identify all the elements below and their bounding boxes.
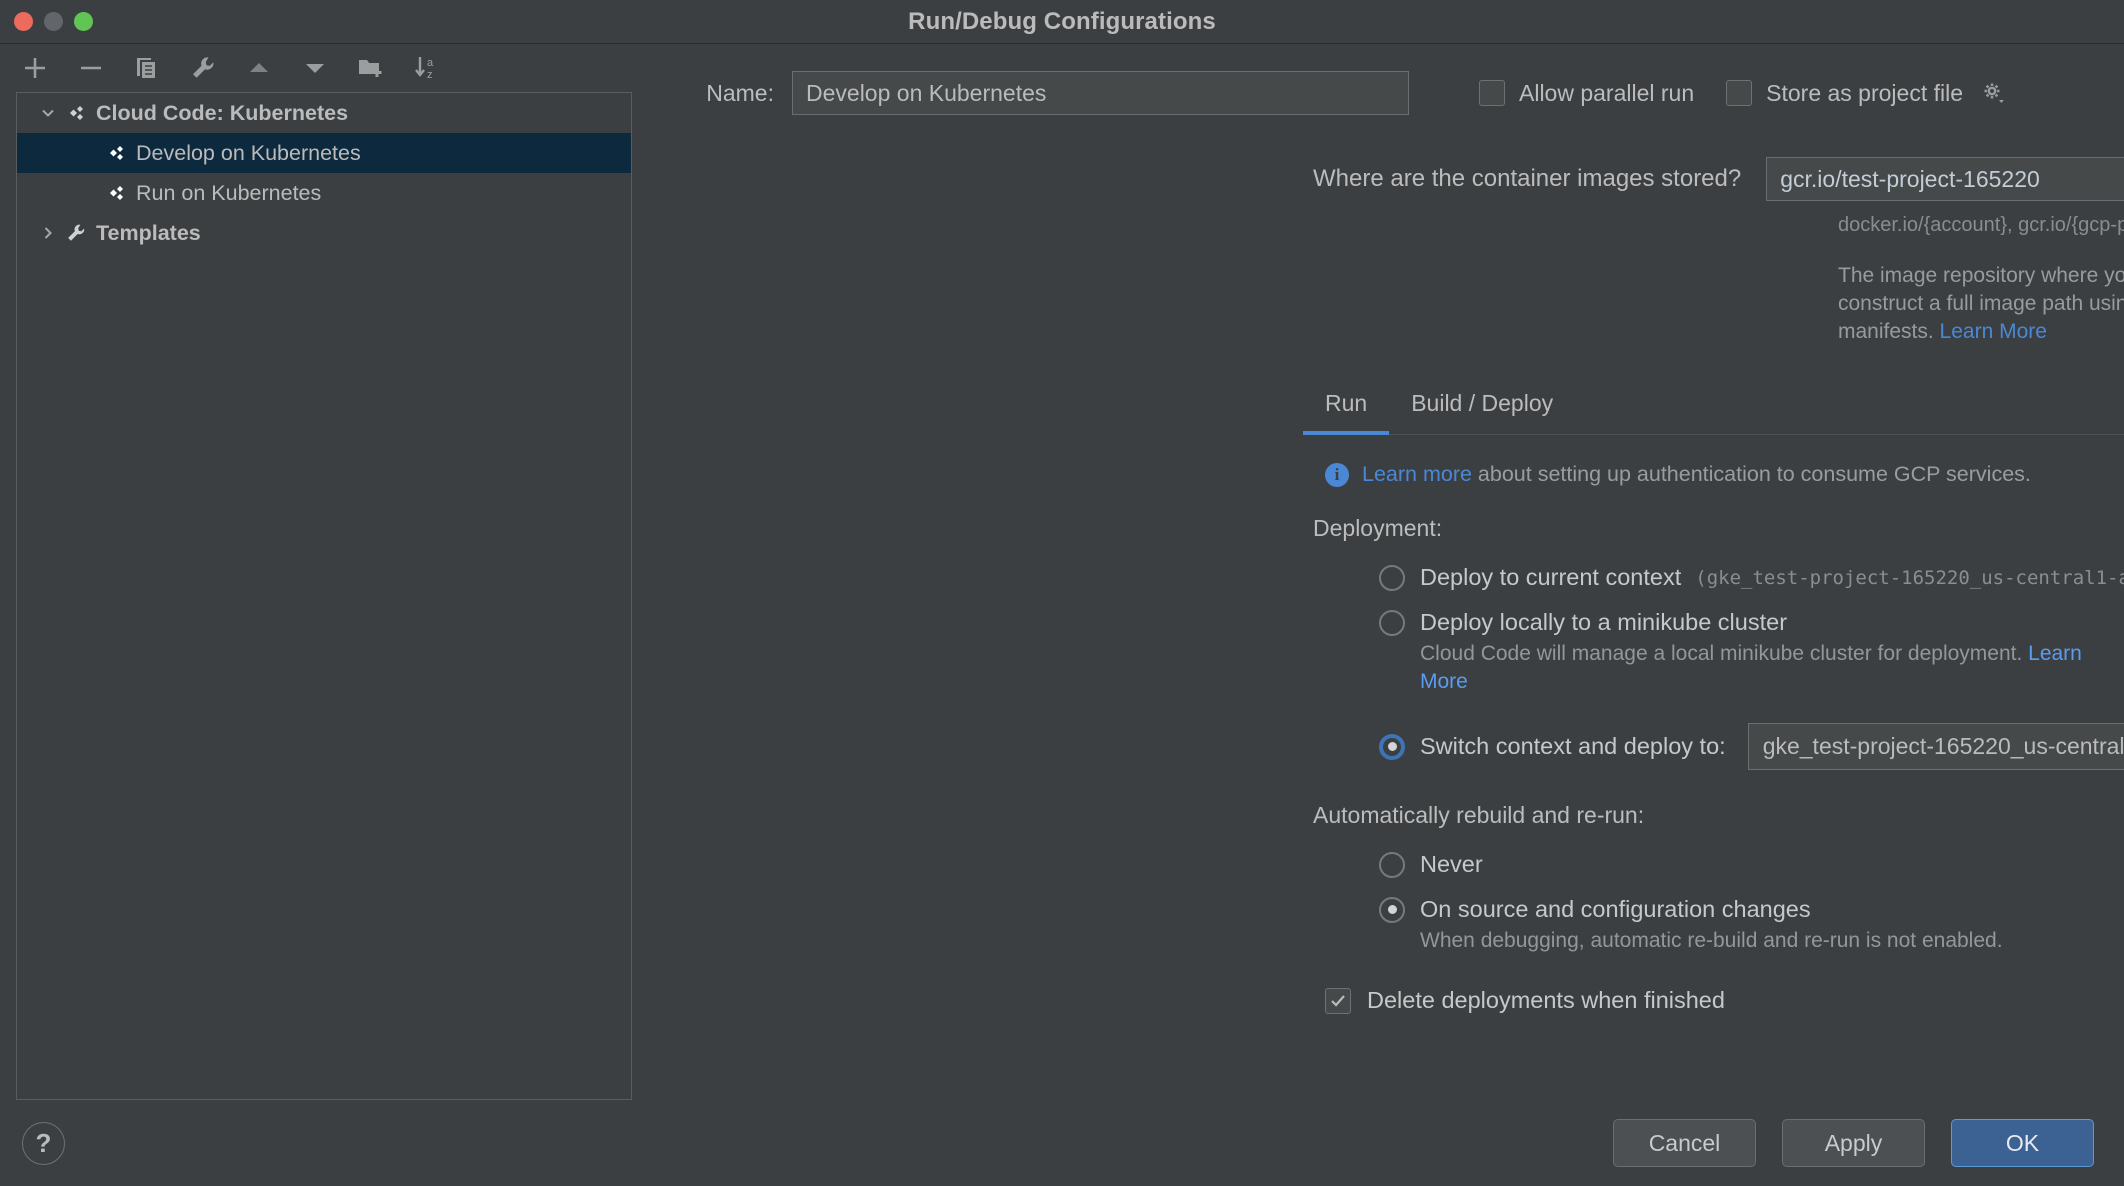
ok-button[interactable]: OK [1951,1119,2094,1167]
context-dropdown[interactable]: gke_test-project-165220_us-central1_auto… [1747,723,2124,770]
name-label: Name: [706,79,774,106]
image-repository-hint: docker.io/{account}, gcr.io/{gcp-project… [1838,214,2124,236]
context-dropdown-value: gke_test-project-165220_us-central1_auto… [1762,733,2124,759]
store-as-project-file-checkbox[interactable]: Store as project file [1726,80,2005,107]
image-repository-input[interactable]: gcr.io/test-project-165220 [1766,157,2124,201]
minimize-window-button[interactable] [44,12,63,31]
learn-more-link[interactable]: Learn More [1940,320,2047,343]
tree-node-cloud-code-kubernetes[interactable]: Cloud Code: Kubernetes [17,93,631,133]
triangle-down-icon[interactable] [298,51,332,85]
tree-node-label: Templates [96,220,201,245]
info-icon: i [1325,462,1349,487]
checkbox-box[interactable] [1726,80,1753,106]
tree-node-label: Cloud Code: Kubernetes [96,100,349,125]
rebuild-on-change-label: On source and configuration changes [1420,896,1811,922]
triangle-up-icon[interactable] [242,51,276,85]
radio-button[interactable] [1379,851,1405,878]
deploy-minikube-label: Deploy locally to a minikube cluster [1420,609,1788,635]
configurations-panel: a z Cloud Code: Kubernetes Develop on Ku… [0,44,635,1186]
gear-dropdown-icon[interactable] [1981,81,2005,105]
radio-button[interactable] [1379,733,1405,760]
folder-add-icon[interactable] [354,51,388,85]
apply-button[interactable]: Apply [1782,1119,1925,1167]
rebuild-on-change-option[interactable]: On source and configuration changes [1379,896,2124,923]
dialog-footer: Cancel Apply OK [0,1100,2124,1186]
configuration-editor-panel: Name: Develop on Kubernetes Allow parall… [635,44,2124,1186]
title-bar: Run/Debug Configurations [0,0,2124,44]
cloud-code-icon [101,183,131,203]
name-input-value: Develop on Kubernetes [806,79,1047,106]
checkbox-box[interactable] [1325,987,1351,1014]
close-window-button[interactable] [14,12,33,31]
tab-build-deploy[interactable]: Build / Deploy [1389,384,1575,435]
auth-info-banner: i Learn more about setting up authentica… [1325,462,2124,487]
window-controls [0,12,93,31]
radio-button[interactable] [1379,564,1405,591]
image-repository-row: Where are the container images stored? g… [635,157,2124,201]
svg-text:a: a [427,57,434,69]
tree-node-develop-on-kubernetes[interactable]: Develop on Kubernetes [17,133,631,173]
auth-learn-more-link[interactable]: Learn more [1362,462,1472,486]
svg-text:z: z [427,69,433,81]
allow-parallel-run-checkbox[interactable]: Allow parallel run [1479,80,1694,107]
name-row: Name: Develop on Kubernetes Allow parall… [635,69,2124,117]
remove-button[interactable] [74,51,108,85]
dialog-body: a z Cloud Code: Kubernetes Develop on Ku… [0,44,2124,1186]
rebuild-section-label: Automatically rebuild and re-run: [1313,802,1645,828]
switch-context-label: Switch context and deploy to: [1420,733,1726,759]
delete-deployments-checkbox[interactable]: Delete deployments when finished [1325,987,2124,1014]
tree-node-run-on-kubernetes[interactable]: Run on Kubernetes [17,173,631,213]
cancel-button[interactable]: Cancel [1613,1119,1756,1167]
configurations-toolbar: a z [0,44,635,92]
auth-info-text: about setting up authentication to consu… [1471,462,2031,486]
copy-icon[interactable] [130,51,164,85]
store-as-project-file-label: Store as project file [1766,79,1964,106]
config-tabs: Run Build / Deploy [1303,384,2124,435]
run-debug-configurations-dialog: Run/Debug Configurations a z Cloud Code:… [0,0,2124,1186]
tree-node-label: Run on Kubernetes [136,180,322,205]
deployment-section-label: Deployment: [1313,515,1443,541]
radio-button[interactable] [1379,896,1405,923]
allow-parallel-run-label: Allow parallel run [1519,79,1695,106]
rebuild-never-label: Never [1420,851,1483,877]
configurations-tree[interactable]: Cloud Code: Kubernetes Develop on Kubern… [16,92,632,1100]
minikube-sub-text: Cloud Code will manage a local minikube … [1420,642,2029,665]
rebuild-never-option[interactable]: Never [1379,851,2124,878]
chevron-right-icon[interactable] [35,224,61,242]
radio-button[interactable] [1379,609,1405,636]
minikube-sub-note: Cloud Code will manage a local minikube … [1420,640,2120,696]
checkbox-box[interactable] [1479,80,1505,106]
wrench-icon[interactable] [186,51,220,85]
tab-run[interactable]: Run [1303,384,1390,435]
sort-az-icon[interactable]: a z [410,51,444,85]
switch-context-option[interactable]: Switch context and deploy to: gke_test-p… [1379,723,2124,770]
deploy-current-context-label: Deploy to current context [1420,564,1682,590]
name-input[interactable]: Develop on Kubernetes [792,71,1409,115]
chevron-down-icon[interactable] [35,104,61,122]
deploy-minikube-option[interactable]: Deploy locally to a minikube cluster [1379,609,2124,636]
image-repository-value: gcr.io/test-project-165220 [1780,165,2040,192]
deploy-current-context-option[interactable]: Deploy to current context (gke_test-proj… [1379,564,2124,591]
zoom-window-button[interactable] [74,12,93,31]
top-checkboxes: Allow parallel run Store as project file [1479,80,2005,107]
cloud-code-icon [101,143,131,163]
tree-node-label: Develop on Kubernetes [136,140,361,165]
wrench-icon [61,222,91,244]
delete-deployments-label: Delete deployments when finished [1367,987,1725,1013]
image-repository-description: The image repository where your images w… [1838,262,2124,346]
add-button[interactable] [18,51,52,85]
rebuild-sub-note: When debugging, automatic re-build and r… [1420,929,2003,952]
tree-node-templates[interactable]: Templates [17,213,631,253]
cloud-code-icon [61,103,91,123]
window-title: Run/Debug Configurations [908,7,1216,35]
current-context-value: (gke_test-project-165220_us-central1-a_t… [1695,566,2124,589]
image-repository-question: Where are the container images stored? [1313,165,1742,192]
